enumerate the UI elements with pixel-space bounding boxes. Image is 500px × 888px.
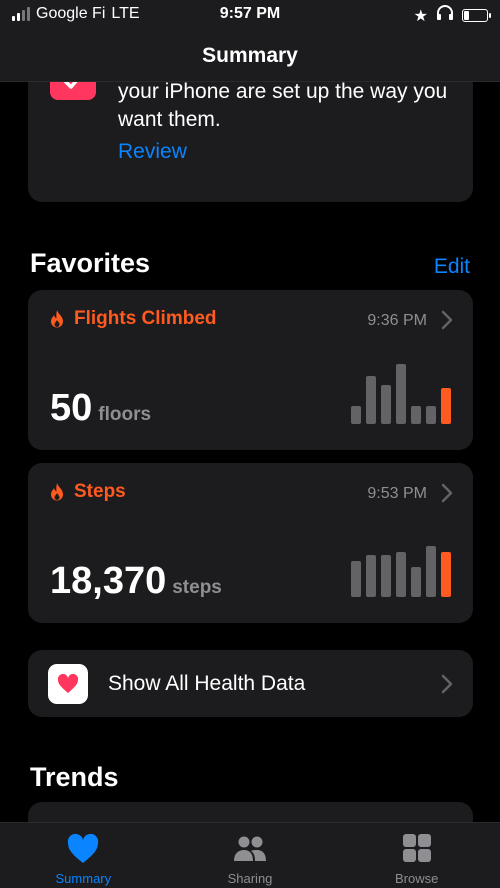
- metric-time: 9:53 PM: [367, 485, 427, 502]
- chart-bar: [381, 555, 391, 597]
- chart-bar: [441, 388, 451, 424]
- metric-header: Steps: [48, 481, 126, 503]
- tab-summary[interactable]: Summary: [0, 823, 167, 888]
- chevron-right-icon: [441, 483, 453, 503]
- metric-value: 50 floors: [50, 387, 151, 430]
- steps-mini-chart: [351, 537, 451, 597]
- metric-name: Flights Climbed: [74, 308, 217, 329]
- flame-icon: [48, 482, 66, 502]
- headphones-icon: [436, 5, 454, 26]
- battery-icon: [462, 9, 491, 22]
- chart-bar: [411, 406, 421, 424]
- flame-icon: [48, 309, 66, 329]
- metric-header: Flights Climbed: [48, 308, 217, 330]
- metric-time: 9:36 PM: [367, 312, 427, 329]
- tab-browse[interactable]: Browse: [333, 823, 500, 888]
- metric-number: 50: [50, 387, 93, 429]
- flights-climbed-card[interactable]: Flights Climbed 9:36 PM 50 floors: [28, 290, 473, 450]
- chart-bar: [366, 555, 376, 597]
- chevron-right-icon: [441, 310, 453, 330]
- steps-card[interactable]: Steps 9:53 PM 18,370 steps: [28, 463, 473, 623]
- chart-bar: [396, 364, 406, 424]
- chart-bar: [366, 376, 376, 424]
- metric-unit: steps: [172, 577, 222, 598]
- review-description: make sure the Health features on your iP…: [118, 82, 448, 131]
- status-bar: Google Fi LTE 9:57 PM ★: [0, 0, 500, 30]
- tab-sharing[interactable]: Sharing: [167, 823, 334, 888]
- page-title: Summary: [202, 44, 298, 67]
- chart-bar: [351, 561, 361, 597]
- star-icon: ★: [413, 7, 428, 25]
- tab-label: Browse: [395, 871, 439, 886]
- trends-card[interactable]: [28, 802, 473, 822]
- edit-button[interactable]: Edit: [434, 255, 470, 279]
- chevron-right-icon: [441, 674, 453, 694]
- metric-number: 18,370: [50, 560, 167, 602]
- tab-bar: Summary Sharing Browse: [0, 822, 500, 888]
- navigation-bar: Summary: [0, 30, 500, 82]
- metric-name: Steps: [74, 481, 126, 502]
- tab-label: Sharing: [227, 871, 273, 886]
- review-card: make sure the Health features on your iP…: [28, 82, 473, 202]
- chart-bar: [426, 546, 436, 597]
- metric-unit: floors: [98, 404, 152, 425]
- flights-mini-chart: [351, 364, 451, 424]
- show-all-label: Show All Health Data: [108, 672, 306, 695]
- chart-bar: [396, 552, 406, 597]
- tab-label: Summary: [55, 871, 112, 886]
- chart-bar: [381, 385, 391, 424]
- metric-value: 18,370 steps: [50, 560, 222, 603]
- chart-bar: [426, 406, 436, 424]
- heart-icon: [66, 833, 100, 865]
- people-icon: [233, 833, 267, 865]
- status-right: ★: [413, 5, 491, 26]
- chart-bar: [351, 406, 361, 424]
- summary-content[interactable]: make sure the Health features on your iP…: [0, 82, 500, 822]
- show-all-health-data-button[interactable]: Show All Health Data: [28, 650, 473, 717]
- chart-bar: [441, 552, 451, 597]
- review-link[interactable]: Review: [118, 140, 187, 164]
- chart-bar: [411, 567, 421, 597]
- grid-icon: [400, 833, 434, 865]
- checklist-icon: [50, 82, 96, 100]
- trends-heading: Trends: [30, 762, 119, 792]
- health-app-icon: [48, 664, 88, 704]
- favorites-heading: Favorites: [30, 248, 151, 278]
